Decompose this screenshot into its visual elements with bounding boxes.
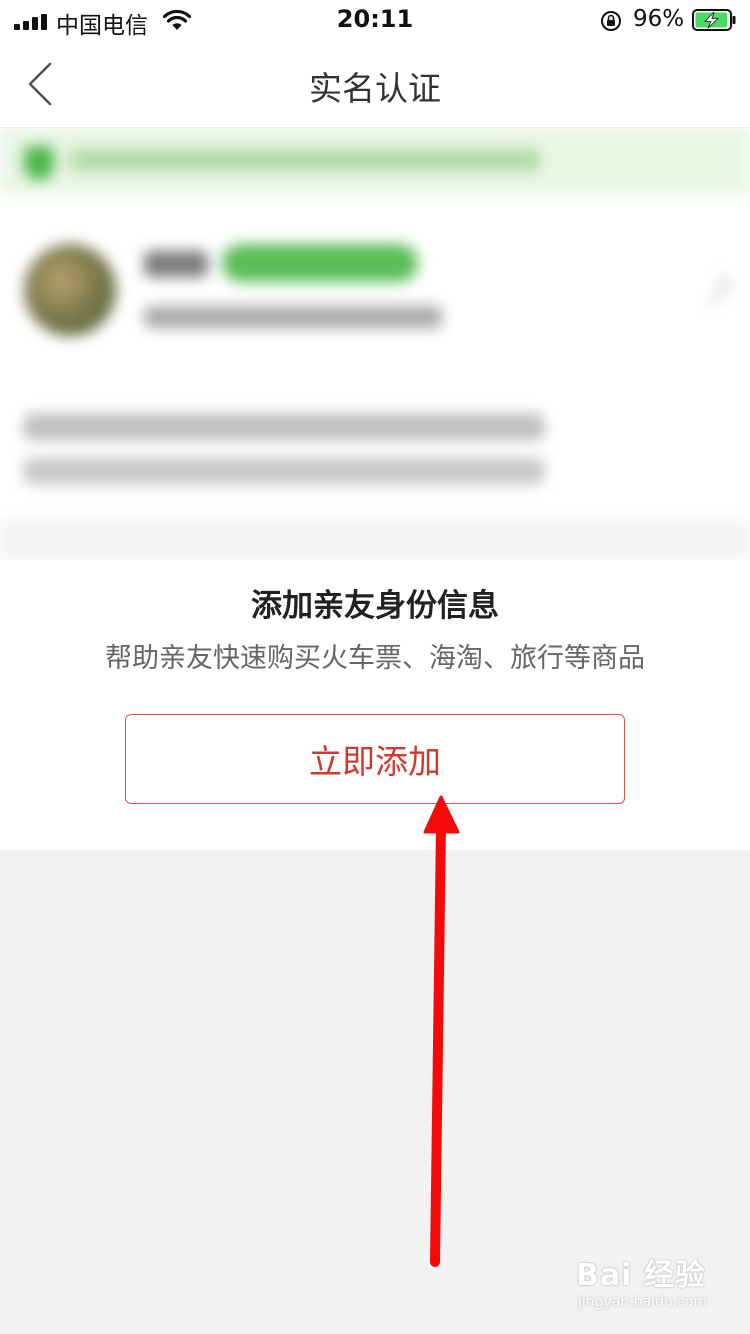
page-title: 实名认证 <box>309 69 441 108</box>
status-bar: 中国电信 20:11 96% <box>0 0 750 40</box>
redacted-user-info <box>0 128 750 560</box>
blurred-notice-text <box>70 149 540 171</box>
add-relative-title: 添加亲友身份信息 <box>251 588 499 624</box>
baidu-jingyan-watermark: Bai 经验 jingyan.baidu.com <box>576 1250 736 1320</box>
blurred-user-name <box>144 251 208 277</box>
section-divider <box>0 520 750 560</box>
blurred-description-line <box>24 414 544 440</box>
battery-charging-icon <box>692 9 736 31</box>
battery-percent: 96% <box>633 6 685 32</box>
rotation-lock-icon <box>601 11 621 31</box>
watermark-logo-text: Bai 经验 <box>576 1258 706 1293</box>
nav-bar: 实名认证 <box>0 40 750 128</box>
shield-icon <box>24 146 54 180</box>
verified-badge <box>222 244 418 282</box>
avatar <box>24 244 116 336</box>
add-relative-subtitle: 帮助亲友快速购买火车票、海淘、旅行等商品 <box>105 643 645 674</box>
security-notice-bar <box>0 128 750 194</box>
chevron-right-icon <box>700 274 732 306</box>
blurred-id-number <box>144 306 442 328</box>
add-now-button[interactable]: 立即添加 <box>125 714 625 804</box>
add-relative-card: 添加亲友身份信息 帮助亲友快速购买火车票、海淘、旅行等商品 立即添加 <box>0 560 750 850</box>
watermark-url: jingyan.baidu.com <box>578 1294 708 1310</box>
blurred-description-line <box>24 458 544 484</box>
